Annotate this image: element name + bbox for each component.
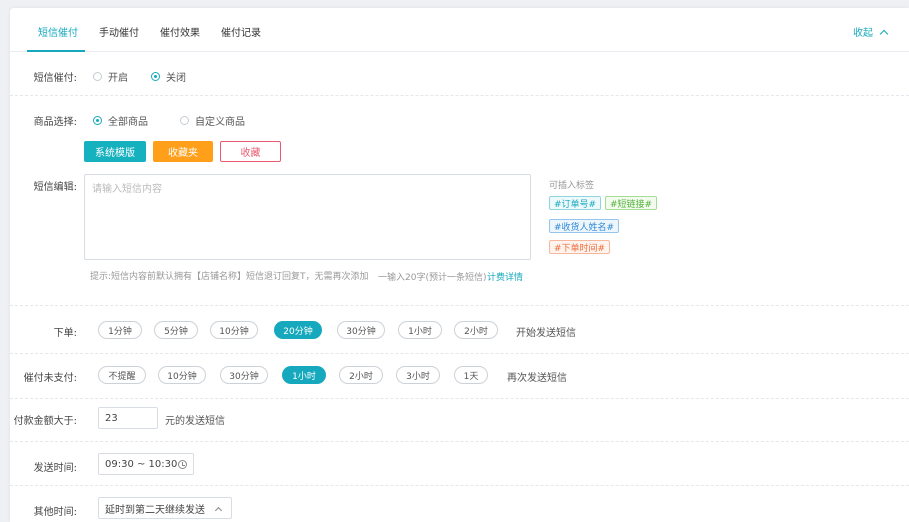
- other-time-value: 延时到第二天继续发送: [105, 504, 205, 516]
- clock-icon: [178, 460, 187, 469]
- amount-input[interactable]: 23: [98, 407, 158, 429]
- order-pill-1min[interactable]: 1分钟: [98, 321, 142, 339]
- tab-reminder-records[interactable]: 催付记录: [221, 24, 261, 39]
- unpaid-pill-2hour[interactable]: 2小时: [339, 366, 383, 384]
- chevron-up-icon: [879, 29, 889, 39]
- radio-custom-products[interactable]: 自定义商品: [180, 113, 245, 128]
- other-time-label: 其他时间:: [33, 507, 77, 518]
- order-pill-10min[interactable]: 10分钟: [210, 321, 258, 339]
- insert-tags-title: 可插入标签: [549, 181, 595, 191]
- divider: [10, 398, 909, 399]
- sms-char-count: 一输入20字(预计一条短信): [378, 273, 487, 283]
- unpaid-suffix: 再次发送短信: [507, 373, 567, 384]
- radio-custom-products-label: 自定义商品: [195, 117, 245, 128]
- unpaid-label: 催付未支付:: [23, 373, 77, 384]
- radio-sms-off-label: 关闭: [166, 73, 186, 84]
- radio-dot: [180, 116, 189, 125]
- tab-reminder-effect[interactable]: 催付效果: [160, 24, 200, 39]
- collapse-button[interactable]: 收起: [853, 24, 889, 39]
- unpaid-pill-1hour[interactable]: 1小时: [282, 366, 326, 384]
- radio-sms-on-label: 开启: [108, 73, 128, 84]
- tab-bar: 短信催付 手动催付 催付效果 催付记录 收起: [10, 8, 909, 52]
- divider: [10, 95, 909, 96]
- sms-content-textarea[interactable]: 请输入短信内容: [84, 174, 531, 260]
- product-select-label: 商品选择:: [33, 117, 77, 128]
- tag-order-time[interactable]: #下单时间#: [549, 240, 611, 254]
- unpaid-pill-30min[interactable]: 30分钟: [220, 366, 268, 384]
- order-placed-suffix: 开始发送短信: [516, 328, 576, 339]
- tag-order-number[interactable]: #订单号#: [549, 196, 602, 210]
- radio-dot: [151, 72, 160, 81]
- radio-dot: [93, 72, 102, 81]
- chevron-up-icon: [214, 506, 223, 515]
- active-tab-indicator: [27, 50, 85, 52]
- order-pill-20min[interactable]: 20分钟: [274, 321, 322, 339]
- collapse-label: 收起: [853, 28, 873, 39]
- tab-manual-reminder[interactable]: 手动催付: [99, 24, 139, 39]
- sms-edit-label: 短信编辑:: [33, 182, 77, 193]
- order-pill-5min[interactable]: 5分钟: [154, 321, 198, 339]
- radio-all-products-label: 全部商品: [108, 117, 148, 128]
- amount-label: 付款金额大于:: [13, 416, 77, 427]
- sms-reminder-label: 短信催付:: [33, 73, 77, 84]
- collect-button[interactable]: 收藏: [220, 141, 281, 162]
- divider: [10, 485, 909, 486]
- divider: [10, 441, 909, 442]
- order-placed-label: 下单:: [53, 328, 77, 339]
- radio-sms-off[interactable]: 关闭: [151, 69, 186, 84]
- order-pill-1hour[interactable]: 1小时: [398, 321, 442, 339]
- tag-short-link[interactable]: #短链接#: [605, 196, 658, 210]
- unpaid-pill-3hour[interactable]: 3小时: [396, 366, 440, 384]
- billing-details-link[interactable]: 计费详情: [487, 270, 523, 283]
- radio-dot: [93, 116, 102, 125]
- send-time-label: 发送时间:: [33, 463, 77, 474]
- system-template-button[interactable]: 系统模版: [84, 141, 146, 162]
- order-pill-30min[interactable]: 30分钟: [337, 321, 385, 339]
- amount-suffix: 元的发送短信: [165, 416, 225, 427]
- radio-all-products[interactable]: 全部商品: [93, 113, 148, 128]
- unpaid-pill-no-remind[interactable]: 不提醒: [98, 366, 146, 384]
- unpaid-pill-1day[interactable]: 1天: [454, 366, 488, 384]
- divider: [10, 353, 909, 354]
- send-time-value: 09:30 ~ 10:30: [105, 458, 178, 470]
- tag-recipient-name[interactable]: #收货人姓名#: [549, 219, 620, 233]
- order-pill-2hour[interactable]: 2小时: [454, 321, 498, 339]
- other-time-select[interactable]: 延时到第二天继续发送: [98, 497, 232, 519]
- sms-reminder-panel: 短信催付 手动催付 催付效果 催付记录 收起 短信催付: 开启 关闭 商品选择:…: [10, 8, 909, 522]
- tab-sms-reminder[interactable]: 短信催付: [38, 24, 78, 39]
- radio-sms-on[interactable]: 开启: [93, 69, 128, 84]
- favorites-button[interactable]: 收藏夹: [153, 141, 213, 162]
- sms-hint: 提示:短信内容前默认拥有【店铺名称】短信退订回复T，无需再次添加: [90, 272, 369, 282]
- divider: [10, 305, 909, 306]
- send-time-picker[interactable]: 09:30 ~ 10:30: [98, 453, 194, 475]
- unpaid-pill-10min[interactable]: 10分钟: [158, 366, 206, 384]
